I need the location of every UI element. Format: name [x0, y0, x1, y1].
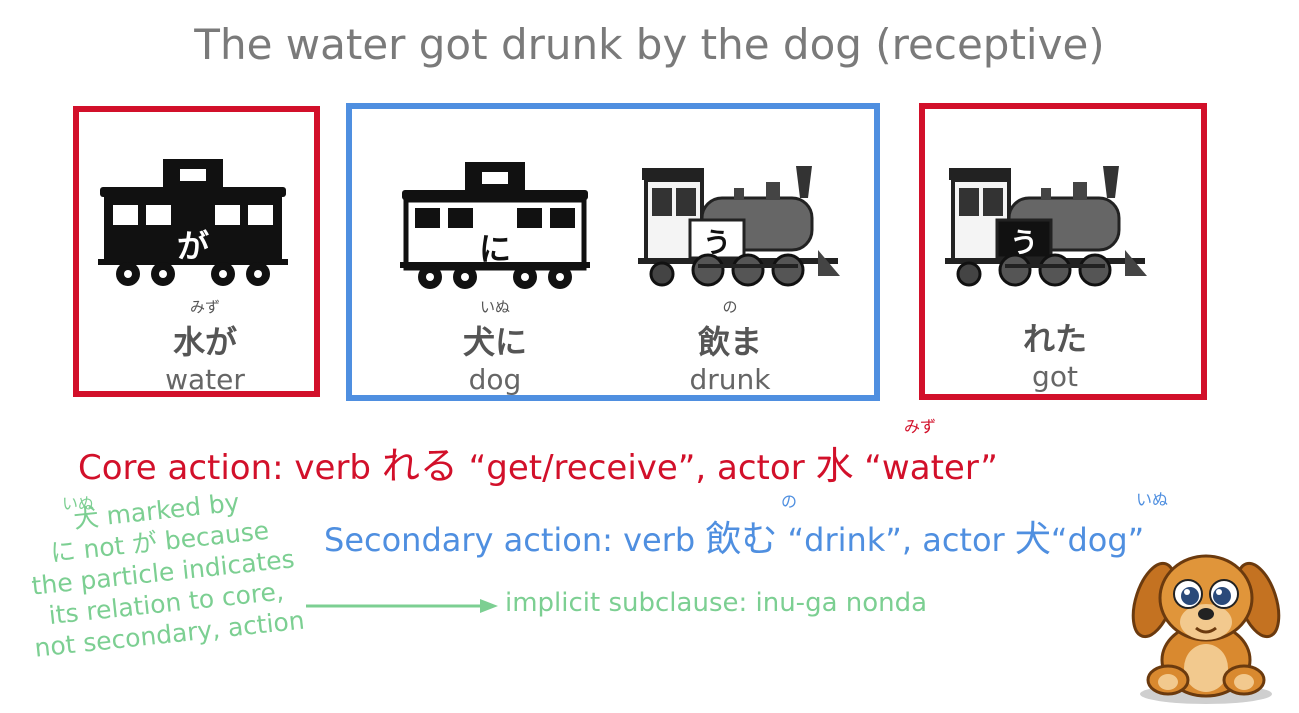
core-actor: 水 — [815, 444, 854, 488]
core-actor-gloss: “water” — [853, 448, 998, 488]
dog-kana: 犬に — [462, 323, 527, 361]
secondary-action-line: Secondary action: verb 飲む “drink”, actor… — [324, 510, 1144, 562]
got-kana: れた — [1022, 320, 1087, 358]
secondary-prefix: Secondary action: verb — [324, 521, 706, 559]
water-caption: みず 水が water — [120, 296, 290, 396]
secondary-verb-ruby: の — [781, 492, 798, 511]
particle-note: 犬 marked by に not が because the particle… — [1, 479, 326, 666]
wagon-char-ni: に — [479, 230, 511, 268]
dog-english: dog — [468, 363, 522, 396]
water-english: water — [165, 363, 245, 396]
drunk-ruby: の — [722, 298, 738, 316]
dog-ruby: いぬ — [479, 298, 510, 316]
drunk-kana: 飲ま — [697, 323, 762, 361]
locomotive-icon-drunk: う — [638, 166, 840, 287]
water-kana: 水が — [172, 323, 237, 361]
core-actor-ruby: みず — [904, 417, 937, 436]
wagon-icon-dog: に — [400, 162, 590, 289]
secondary-actor: 犬 — [1014, 519, 1051, 560]
core-gloss: “get/receive”, actor — [457, 448, 816, 488]
drunk-caption: の 飲ま drunk — [645, 296, 815, 396]
locomotive-icon-got: う — [945, 166, 1147, 287]
got-english: got — [1032, 360, 1078, 393]
loco-char-u-got: う — [1010, 226, 1038, 259]
secondary-verb: 飲む — [705, 519, 778, 560]
core-verb: れる — [381, 444, 458, 488]
secondary-actor-ruby: いぬ — [1136, 490, 1169, 509]
arrow-icon — [306, 599, 498, 613]
secondary-gloss: “drink”, actor — [777, 521, 1015, 559]
dog-caption: いぬ 犬に dog — [410, 296, 580, 396]
implicit-subclause: implicit subclause: inu-ga nonda — [505, 588, 928, 618]
page-title: The water got drunk by the dog (receptiv… — [194, 20, 1105, 69]
core-action-line: Core action: verb れる “get/receive”, acto… — [78, 435, 998, 490]
got-caption: れた got — [970, 314, 1140, 393]
wagon-char-ga: が — [177, 227, 209, 265]
drunk-english: drunk — [689, 363, 771, 396]
core-prefix: Core action: verb — [78, 448, 382, 488]
cartoon-dog-icon — [1131, 554, 1281, 704]
water-ruby: みず — [189, 298, 220, 316]
wagon-icon-water: が — [98, 159, 288, 286]
loco-char-u-drunk: う — [703, 226, 731, 259]
